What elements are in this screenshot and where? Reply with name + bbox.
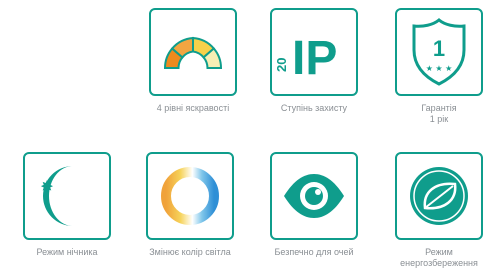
feature-caption-brightness: 4 рівні яскравості (156, 103, 230, 113)
feature-caption-energy: Режим енергозбереження (400, 247, 478, 268)
features-grid: 4 рівні яскравості 20 IP Ступінь захисту… (0, 0, 500, 272)
ip-rating-number: 20 (274, 58, 289, 72)
feature-caption-warranty: Гарантія 1 рік (421, 103, 457, 124)
feature-caption-color: Змінює колір світла (149, 247, 231, 257)
ip-label: IP (292, 32, 337, 85)
feature-tile-brightness (149, 8, 237, 96)
feature-caption-night: Режим нічника (36, 247, 98, 257)
leaf-icon (410, 167, 468, 225)
feature-tile-warranty: 1 ★ ★ ★ (395, 8, 483, 96)
feature-tile-eyes (270, 152, 358, 240)
warranty-stars: ★ ★ ★ (426, 64, 453, 73)
feature-tile-energy (395, 152, 483, 240)
feature-caption-eyes: Безпечно для очей (274, 247, 354, 257)
color-ring-icon (161, 167, 219, 225)
moon-star-icon: ✸ (40, 166, 73, 226)
feature-caption-protection: Ступінь захисту (280, 103, 348, 113)
feature-tile-protection: 20 IP (270, 8, 358, 96)
warranty-number: 1 (433, 36, 445, 61)
warranty-shield-icon: 1 ★ ★ ★ (412, 18, 466, 86)
feature-tile-color (146, 152, 234, 240)
brightness-gauge-icon (163, 36, 223, 69)
ip20-icon: 20 IP (274, 32, 337, 85)
feature-tile-night: ✸ (23, 152, 111, 240)
star-icon: ✸ (40, 177, 53, 196)
eye-icon (284, 174, 344, 218)
